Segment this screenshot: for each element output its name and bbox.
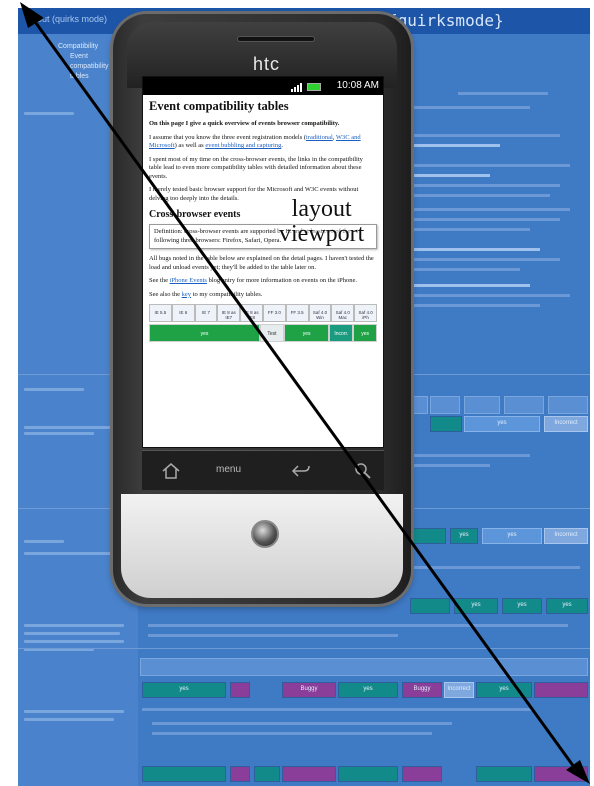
table-cell: yes [454,598,498,614]
phone-screen: 10:08 AM Event compatibility tables On t… [142,76,384,448]
paragraph: See the iPhone Events blog entry for mor… [149,277,357,284]
status-bar: 10:08 AM [143,77,383,95]
paragraph: All bugs noted in the table below are ex… [149,255,374,271]
menu-button[interactable]: menu [216,464,241,475]
table-cell: yes [476,682,532,698]
header-left-text: About (quirks mode) [26,14,108,24]
sidebar-label: tables [70,73,89,80]
web-page-content: Event compatibility tables On this page … [143,95,383,447]
search-icon[interactable] [352,461,374,481]
table-cell: Incorrect [444,682,474,698]
trackball[interactable] [251,520,279,548]
table-cell [338,766,398,782]
signal-icon [291,83,302,92]
table-header-cell: IE 8 as IE8 [240,304,263,322]
link-traditional[interactable]: traditional [306,134,333,141]
table-header-cell: IE 8 as IE7 [217,304,241,322]
table-cell [410,528,446,544]
intro-paragraph: On this page I give a quick overview of … [149,120,340,127]
page-title: Event compatibility tables [149,99,289,113]
link-event-bubbling[interactable]: event bubbling and capturing [205,142,281,149]
table-cell: Buggy [282,682,336,698]
back-icon[interactable] [290,461,312,481]
table-cell: yes [502,598,542,614]
table-cell: Buggy [402,682,442,698]
table-cell: yes [353,324,377,342]
table-cell [282,766,336,782]
table-cell [230,682,250,698]
site-logo: {quirksmode} [388,11,504,30]
table-cell [230,766,250,782]
table-cell: Incorrect [544,416,588,432]
table-cell: yes [450,528,478,544]
speaker-grille [237,36,315,42]
table-header-cell: FF 3.5 [285,304,309,322]
table-header-cell: IE 5.5 [149,304,172,322]
table-header-cell: IE 7 [194,304,218,322]
table-cell: yes [464,416,540,432]
sidebar-label: compatibility [70,63,109,70]
table-cell [254,766,280,782]
home-icon[interactable] [160,461,182,481]
table-cell: Incorrect [544,528,588,544]
table-cell [534,766,588,782]
paragraph: See also the key to my compatibility tab… [149,290,263,298]
table-cell: Incorr. [329,324,354,342]
table-cell: yes [149,324,260,342]
battery-icon [307,83,321,91]
layout-viewport-label: layout viewport [279,196,365,247]
table-cell: yes [338,682,398,698]
link-iphone-events[interactable]: iPhone Events [170,277,207,284]
table-header-cell: FF 3.0 [262,304,286,322]
table-cell [410,598,450,614]
status-time: 10:08 AM [336,80,379,91]
paragraph: I spent most of my time on the cross-bro… [149,155,363,180]
sidebar-label: Event [70,53,88,60]
table-header-cell: Saf 4.0 iPh [354,304,377,322]
table-cell: Test [260,324,284,342]
compat-table-row: yes Test yes Incorr. yes [149,324,377,342]
table-header-cell: Saf 4.0 Mac [331,304,355,322]
paragraph: I assume that you know the three event r… [149,133,361,150]
table-cell [142,766,226,782]
table-cell [534,682,588,698]
table-header-cell: IE 6 [171,304,195,322]
table-cell: yes [142,682,226,698]
table-cell: yes [283,324,330,342]
htc-phone: htc 10:08 AM Event compatibility tables … [113,14,411,604]
phone-nav-bar: menu [142,450,384,490]
phone-chin [121,494,403,598]
table-header-cell: Saf 4.0 Win [308,304,332,322]
phone-brand-logo: htc [253,54,281,74]
table-cell [476,766,532,782]
table-cell [430,416,462,432]
sidebar-label: Compatibility [58,43,99,50]
table-cell: yes [482,528,542,544]
table-cell: yes [546,598,588,614]
compat-table-header: IE 5.5 IE 6 IE 7 IE 8 as IE7 IE 8 as IE8… [149,304,377,322]
table-cell [402,766,442,782]
link-key[interactable]: key [182,291,191,298]
